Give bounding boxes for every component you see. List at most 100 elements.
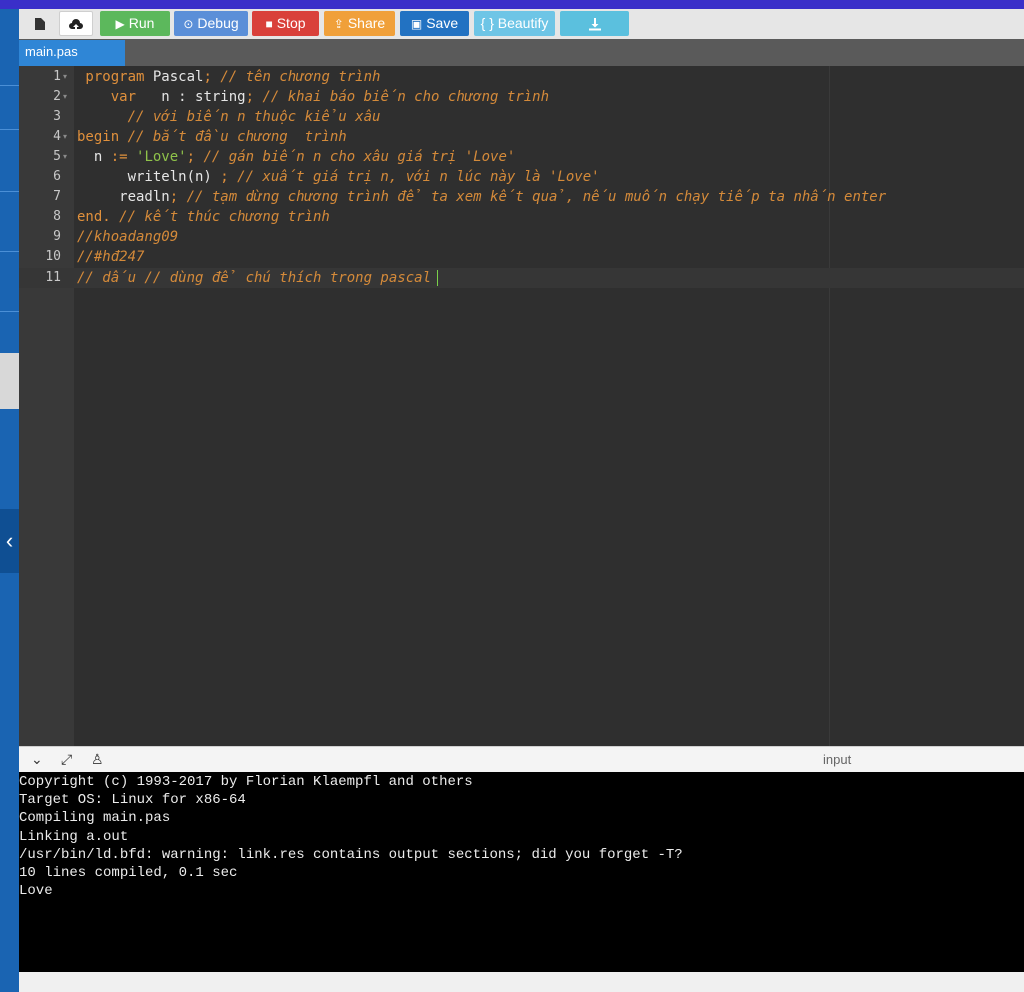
- console-line: Love: [19, 883, 53, 900]
- save-icon: ▣: [410, 17, 423, 31]
- code-text: n := 'Love'; // gán biến n cho xâu giá t…: [77, 147, 516, 167]
- chevron-down-icon[interactable]: ⌄: [31, 751, 43, 768]
- code-text: readln; // tạm dừng chương trình để ta x…: [77, 187, 886, 207]
- line-number: 11: [45, 270, 61, 285]
- code-token: n : string: [136, 89, 246, 105]
- debug-button[interactable]: ⊙ Debug: [174, 11, 248, 36]
- download-button[interactable]: [560, 11, 629, 36]
- code-token: n: [77, 149, 103, 165]
- output-console: Copyright (c) 1993-2017 by Florian Klaem…: [19, 772, 1024, 972]
- save-button[interactable]: ▣ Save: [400, 11, 469, 36]
- code-token: ;: [245, 89, 255, 105]
- tab-main-pas[interactable]: main.pas: [19, 40, 125, 66]
- line-number: 3: [53, 109, 61, 124]
- line-number: 5: [53, 149, 61, 164]
- line-number: 9: [53, 229, 61, 244]
- code-line[interactable]: 5 ▾ n := 'Love'; // gán biến n cho xâu gi…: [19, 147, 1024, 167]
- console-line: Linking a.out: [19, 828, 129, 845]
- line-number: 7: [53, 189, 61, 204]
- fold-arrow-icon[interactable]: ▾: [63, 87, 67, 107]
- input-label: input: [823, 752, 852, 767]
- code-token: :=: [102, 149, 128, 165]
- left-sidebar: ‹: [0, 9, 19, 992]
- code-string: 'Love': [127, 149, 187, 165]
- code-token: writeln(n): [77, 169, 212, 185]
- code-token: ;: [169, 189, 179, 205]
- code-text: //#hđ247: [77, 247, 144, 267]
- output-toolbar: ⌄ ⤢ ♙ input: [19, 746, 1024, 773]
- text-cursor: [437, 270, 439, 286]
- code-text: // dấu // dùng để chú thích trong pascal: [77, 268, 439, 288]
- run-button[interactable]: ▶ Run: [100, 11, 170, 36]
- code-comment: // dấu // dùng để chú thích trong pascal: [77, 270, 432, 286]
- console-line: /usr/bin/ld.bfd: warning: link.res conta…: [19, 846, 683, 863]
- code-line-active[interactable]: 11 // dấu // dùng để chú thích trong pas…: [19, 268, 1024, 288]
- console-line: Target OS: Linux for x86-64: [19, 792, 246, 809]
- code-comment: // bắt đầu chương trình: [119, 129, 347, 145]
- expand-icon[interactable]: ⤢: [61, 751, 72, 768]
- sidebar-divider: [0, 129, 19, 130]
- code-editor[interactable]: 1 ▾ program Pascal; // tên chương trình 2…: [19, 66, 1024, 746]
- code-line[interactable]: 6 writeln(n) ; // xuất giá trị n, với n …: [19, 167, 1024, 187]
- beautify-button[interactable]: { } Beautify: [474, 11, 555, 36]
- download-icon: [588, 18, 601, 31]
- line-number: 4: [53, 129, 61, 144]
- stop-button[interactable]: ■ Stop: [252, 11, 319, 36]
- code-line[interactable]: 1 ▾ program Pascal; // tên chương trình: [19, 67, 1024, 87]
- code-line[interactable]: 8 end. // kết thúc chương trình: [19, 207, 1024, 227]
- code-token: end.: [77, 209, 111, 225]
- code-token: begin: [77, 129, 120, 145]
- code-line[interactable]: 9 //khoadang09: [19, 227, 1024, 247]
- code-line[interactable]: 3 // với biến n thuộc kiểu xâu: [19, 107, 1024, 127]
- toolbar: ▶ Run ⊙ Debug ■ Stop ⇪ Share ▣ Save { } Beaut…: [19, 9, 1024, 39]
- code-comment: // tạm dừng chương trình để ta xem kết q…: [178, 189, 887, 205]
- line-number: 6: [53, 169, 61, 184]
- code-text: writeln(n) ; // xuất giá trị n, với n lú…: [77, 167, 600, 187]
- sidebar-divider: [0, 85, 19, 86]
- code-text: //khoadang09: [77, 227, 178, 247]
- code-token: program: [77, 69, 145, 85]
- code-line[interactable]: 7 readln; // tạm dừng chương trình để ta…: [19, 187, 1024, 207]
- fold-arrow-icon[interactable]: ▾: [63, 67, 67, 87]
- sidebar-panel: [0, 353, 19, 409]
- code-line[interactable]: 2 ▾ var n : string; // khai báo biến cho …: [19, 87, 1024, 107]
- code-text: end. // kết thúc chương trình: [77, 207, 330, 227]
- line-number: 8: [53, 209, 61, 224]
- code-token: ;: [211, 169, 229, 185]
- fold-arrow-icon[interactable]: ▾: [63, 147, 67, 167]
- code-token: Pascal: [144, 69, 204, 85]
- console-line: 10 lines compiled, 0.1 sec: [19, 865, 238, 882]
- debug-icon: ⊙: [183, 17, 194, 31]
- share-icon: ⇪: [333, 17, 344, 31]
- fold-arrow-icon[interactable]: ▾: [63, 127, 67, 147]
- code-token: ;: [186, 149, 196, 165]
- line-number: 2: [53, 89, 61, 104]
- collapse-sidebar-button[interactable]: ‹: [0, 509, 19, 573]
- code-comment: // xuất giá trị n, với n lúc này là 'Lov…: [228, 169, 600, 185]
- sidebar-divider: [0, 191, 19, 192]
- upload-button[interactable]: [59, 11, 93, 36]
- code-token: ;: [203, 69, 212, 85]
- line-number: 1: [53, 69, 61, 84]
- console-line: Compiling main.pas: [19, 810, 171, 827]
- console-line: Copyright (c) 1993-2017 by Florian Klaem…: [19, 774, 473, 790]
- code-comment: // kết thúc chương trình: [110, 209, 330, 225]
- share-button[interactable]: ⇪ Share: [324, 11, 395, 36]
- cloud-upload-icon: [69, 19, 83, 32]
- code-comment: // với biến n thuộc kiểu xâu: [77, 109, 381, 125]
- sidebar-divider: [0, 251, 19, 252]
- code-comment: //khoadang09: [77, 229, 179, 245]
- new-file-button[interactable]: [25, 11, 55, 36]
- stop-icon: ■: [265, 17, 273, 31]
- code-comment: // gán biến n cho xâu giá trị 'Love': [195, 149, 516, 165]
- chevron-left-icon: ‹: [5, 528, 14, 553]
- code-token: readln: [77, 189, 170, 205]
- code-text: // với biến n thuộc kiểu xâu: [77, 107, 381, 127]
- sidebar-divider: [0, 311, 19, 312]
- code-line[interactable]: 10 //#hđ247: [19, 247, 1024, 267]
- play-icon: ▶: [115, 17, 125, 31]
- code-line[interactable]: 4 ▾ begin // bắt đầu chương trình: [19, 127, 1024, 147]
- code-comment: // tên chương trình: [211, 69, 381, 85]
- file-tab-bar: main.pas: [19, 39, 1024, 66]
- user-icon[interactable]: ♙: [91, 751, 104, 768]
